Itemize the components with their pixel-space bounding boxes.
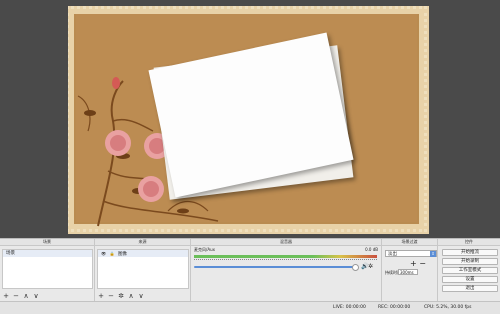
audio-meter <box>194 255 377 258</box>
channel-name: 麦克风/Aux <box>194 247 215 252</box>
add-scene-button[interactable]: + <box>2 292 10 300</box>
controls-panel: 控件 开始推流 开始录制 工作室模式 设置 退出 <box>438 239 500 302</box>
meter-scale <box>194 259 377 263</box>
transition-select[interactable]: 淡出 ⇕ <box>385 250 437 257</box>
status-bar: LIVE: 00:00:00 REC: 00:00:00 CPU: 5.2%, … <box>0 301 500 314</box>
volume-slider-handle[interactable] <box>352 264 359 271</box>
source-item[interactable]: 👁 🔒 图像 <box>98 250 188 257</box>
mixer-title: 混音器 <box>191 239 381 246</box>
remove-source-button[interactable]: − <box>107 292 115 300</box>
sources-list[interactable]: 👁 🔒 图像 <box>97 249 189 289</box>
lock-icon[interactable]: 🔒 <box>110 250 115 257</box>
sources-panel: 来源 👁 🔒 图像 + − ✲ ∧ ∨ <box>95 239 191 302</box>
settings-button[interactable]: 设置 <box>442 276 498 283</box>
live-status: LIVE: 00:00:00 <box>333 305 366 310</box>
volume-slider-track[interactable] <box>194 266 357 268</box>
visibility-eye-icon[interactable]: 👁 <box>101 250 106 257</box>
add-source-button[interactable]: + <box>97 292 105 300</box>
start-recording-button[interactable]: 开始录制 <box>442 258 498 265</box>
source-label: 图像 <box>117 252 127 257</box>
exit-button[interactable]: 退出 <box>442 285 498 292</box>
scenes-toolbar: + − ∧ ∨ <box>2 292 40 300</box>
bottom-dock: 场景 场景 + − ∧ ∨ 来源 👁 🔒 图像 + − ✲ ∧ ∨ 混音器 麦克… <box>0 238 500 302</box>
cpu-status: CPU: 5.2%, 30.00 fps <box>424 305 472 310</box>
rec-status: REC: 00:00:00 <box>378 305 411 310</box>
add-transition-button[interactable]: + <box>410 259 417 268</box>
move-scene-up-button[interactable]: ∧ <box>22 292 30 300</box>
controls-title: 控件 <box>438 239 500 246</box>
move-source-down-button[interactable]: ∨ <box>137 292 145 300</box>
source-properties-gear-icon[interactable]: ✲ <box>117 292 125 300</box>
move-scene-down-button[interactable]: ∨ <box>32 292 40 300</box>
transitions-panel: 场景过渡 淡出 ⇕ + − 持续时间 300ms <box>382 239 438 302</box>
start-streaming-button[interactable]: 开始推流 <box>442 249 498 256</box>
remove-transition-button[interactable]: − <box>419 259 426 268</box>
channel-level: 0.0 dB <box>365 247 378 252</box>
scenes-list[interactable]: 场景 <box>2 249 93 289</box>
scene-item[interactable]: 场景 <box>3 250 92 257</box>
sources-toolbar: + − ✲ ∧ ∨ <box>97 292 145 300</box>
scenes-title: 场景 <box>0 239 94 246</box>
remove-scene-button[interactable]: − <box>12 292 20 300</box>
duration-input[interactable]: 300ms <box>398 269 418 275</box>
studio-mode-button[interactable]: 工作室模式 <box>442 267 498 274</box>
transition-buttons: + − <box>410 259 426 268</box>
transitions-title: 场景过渡 <box>382 239 437 246</box>
preview-area[interactable] <box>0 0 500 238</box>
transition-selected: 淡出 <box>388 252 397 257</box>
preview-canvas[interactable] <box>68 6 429 234</box>
sources-title: 来源 <box>95 239 190 246</box>
mixer-gear-icon[interactable]: ✲ <box>368 263 373 270</box>
mixer-channel-row: 麦克风/Aux 0.0 dB <box>194 247 378 253</box>
mixer-panel: 混音器 麦克风/Aux 0.0 dB 🔊 ✲ <box>191 239 382 302</box>
move-source-up-button[interactable]: ∧ <box>127 292 135 300</box>
scenes-panel: 场景 场景 + − ∧ ∨ <box>0 239 95 302</box>
dropdown-arrow-icon[interactable]: ⇕ <box>430 251 436 257</box>
